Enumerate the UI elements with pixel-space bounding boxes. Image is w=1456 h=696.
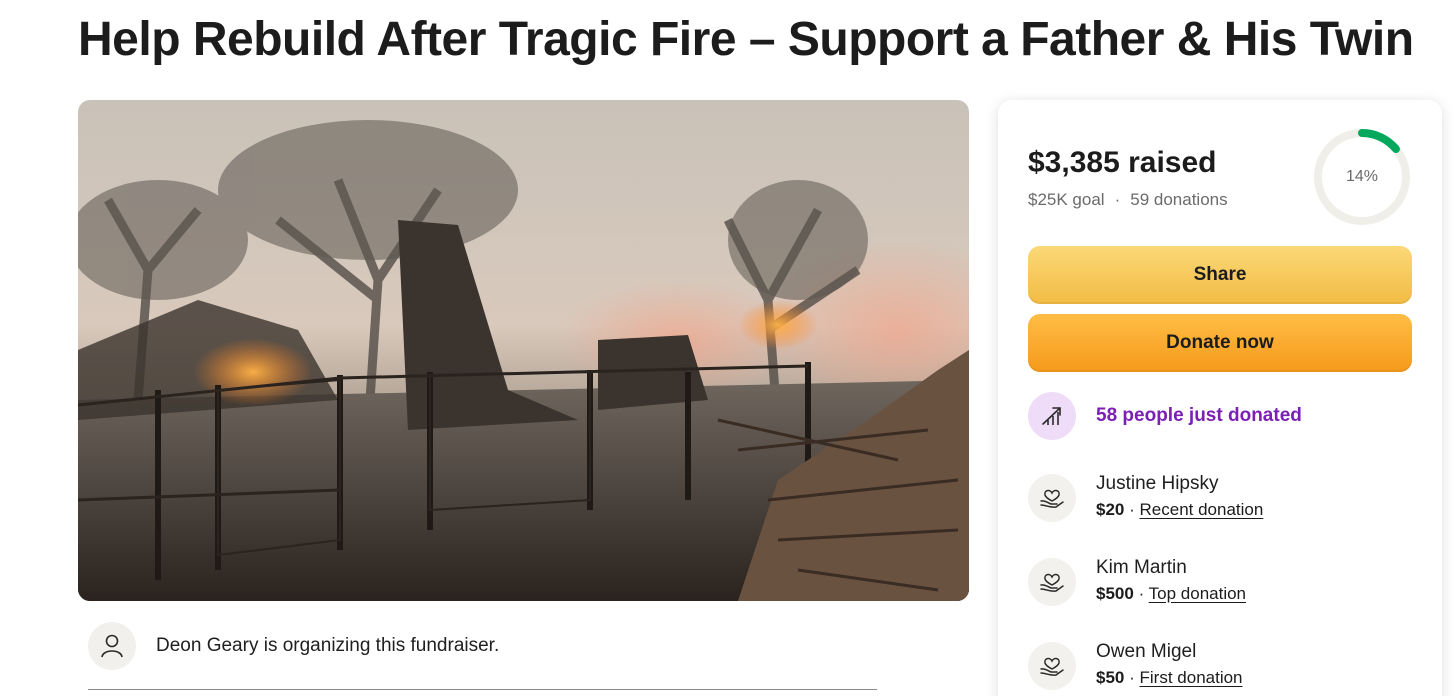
person-icon (88, 622, 136, 670)
donor-amount: $50 (1096, 668, 1125, 687)
amount-raised: $3,385 raised (1028, 146, 1217, 179)
donor-item: Justine Hipsky $20 · Recent donation (1028, 472, 1263, 522)
progress-percent: 14% (1345, 168, 1379, 185)
donor-name: Kim Martin (1096, 557, 1187, 578)
donor-separator: · (1129, 500, 1135, 519)
donor-amount: $20 (1096, 500, 1125, 519)
organizer-text: Deon Geary is organizing this fundraiser… (156, 635, 500, 656)
donor-amount: $500 (1096, 584, 1134, 603)
donate-now-button[interactable]: Donate now (1028, 314, 1412, 372)
donor-name: Owen Migel (1096, 641, 1197, 662)
recent-activity: 58 people just donated (1028, 392, 1302, 440)
trending-up-icon (1028, 392, 1076, 440)
fire-scene-illustration (78, 100, 969, 601)
heart-hand-icon (1028, 642, 1076, 690)
progress-ring: 14% (1312, 127, 1412, 227)
donation-count: 59 donations (1130, 190, 1228, 209)
donation-card: $3,385 raised $25K goal · 59 donations 1… (998, 100, 1442, 696)
share-button[interactable]: Share (1028, 246, 1412, 304)
heart-hand-icon (1028, 474, 1076, 522)
section-divider (88, 689, 877, 690)
meta-separator: · (1114, 190, 1121, 209)
goal-summary: $25K goal · 59 donations (1028, 190, 1228, 210)
donor-name: Justine Hipsky (1096, 473, 1219, 494)
organizer-row: Deon Geary is organizing this fundraiser… (88, 622, 499, 670)
donor-item: Owen Migel $50 · First donation (1028, 640, 1243, 690)
donor-separator: · (1138, 584, 1145, 603)
recent-donation-link[interactable]: Recent donation (1140, 500, 1264, 519)
donor-separator: · (1129, 668, 1135, 687)
fundraiser-page: Help Rebuild After Tragic Fire – Support… (0, 0, 1456, 696)
heart-hand-icon (1028, 558, 1076, 606)
recent-donations-text: 58 people just donated (1096, 405, 1302, 426)
donor-item: Kim Martin $500 · Top donation (1028, 556, 1246, 606)
goal-amount: $25K goal (1028, 190, 1105, 209)
first-donation-link[interactable]: First donation (1140, 668, 1243, 687)
top-donation-link[interactable]: Top donation (1149, 584, 1246, 603)
hero-image[interactable] (78, 100, 969, 601)
page-title: Help Rebuild After Tragic Fire – Support… (78, 13, 1414, 66)
